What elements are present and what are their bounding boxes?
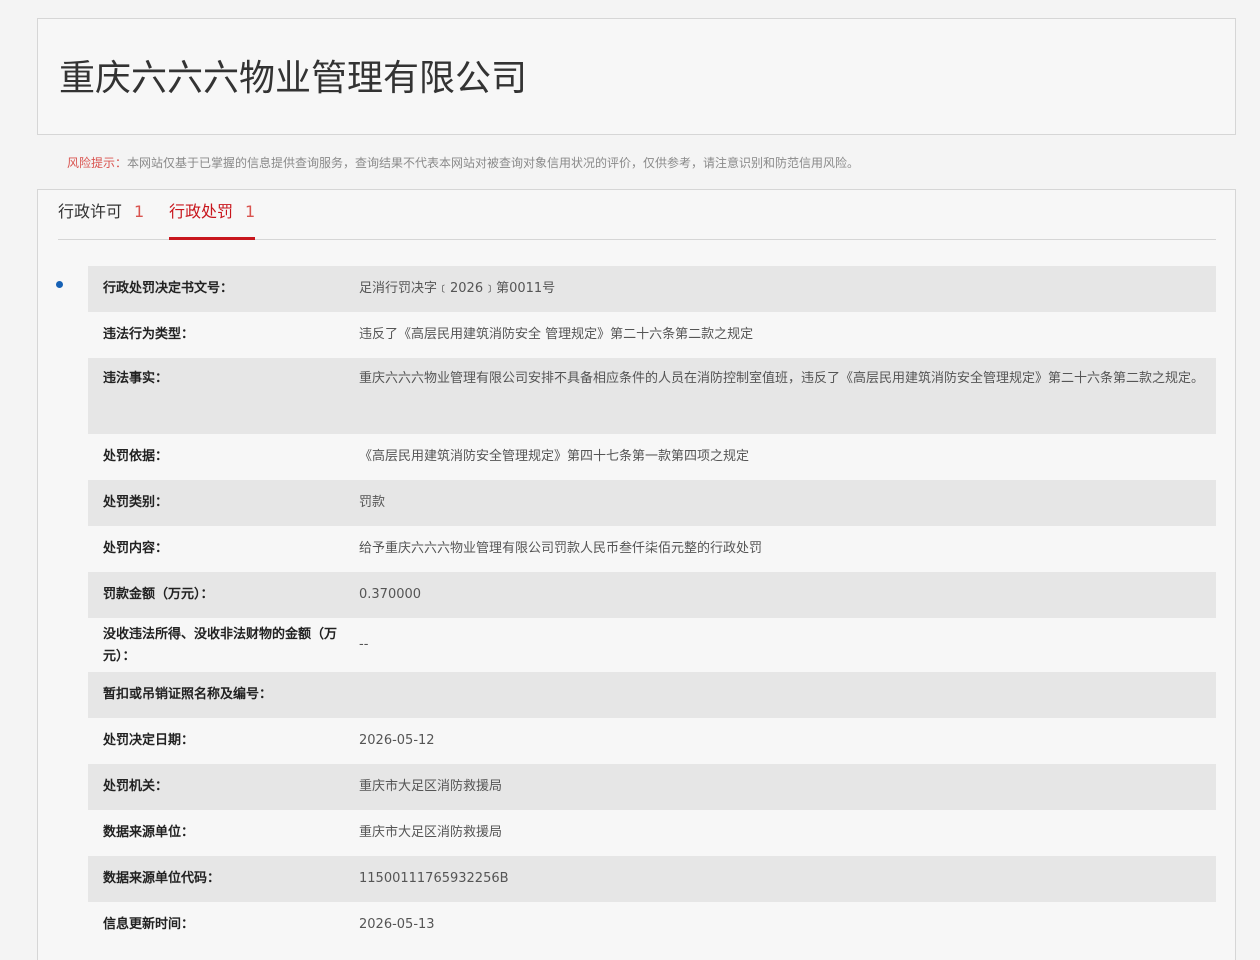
tab-count: 1 <box>134 202 145 221</box>
table-row: 处罚类别： 罚款 <box>88 480 1216 526</box>
row-label: 处罚机关： <box>103 779 169 794</box>
table-row: 违法事实： 重庆六六六物业管理有限公司安排不具备相应条件的人员在消防控制室值班，… <box>88 358 1216 434</box>
table-row: 处罚决定日期： 2026-05-12 <box>88 718 1216 764</box>
tab-label: 行政许可 <box>58 202 123 221</box>
row-label: 没收违法所得、没收非法财物的金额（万元）： <box>103 627 338 664</box>
row-value: 重庆六六六物业管理有限公司安排不具备相应条件的人员在消防控制室值班，违反了《高层… <box>359 371 1205 386</box>
row-label: 罚款金额（万元）： <box>103 587 214 602</box>
company-header: 重庆六六六物业管理有限公司 <box>37 18 1236 135</box>
row-value: 2026-05-13 <box>359 917 435 932</box>
row-value: 2026-05-12 <box>359 733 435 748</box>
tab-administrative-license[interactable]: 行政许可 1 <box>58 201 144 237</box>
row-label: 处罚依据： <box>103 449 169 464</box>
page: 重庆六六六物业管理有限公司 风险提示：本网站仅基于已掌握的信息提供查询服务，查询… <box>0 0 1260 960</box>
row-value: 罚款 <box>359 495 386 510</box>
tab-count: 1 <box>245 202 256 221</box>
row-label: 行政处罚决定书文号： <box>103 281 234 296</box>
table-row: 处罚内容： 给予重庆六六六物业管理有限公司罚款人民币叁仟柒佰元整的行政处罚 <box>88 526 1216 572</box>
tab-bar: 行政许可 1 行政处罚 1 <box>58 190 1216 240</box>
row-value: 重庆市大足区消防救援局 <box>359 825 503 840</box>
record-panel: 行政许可 1 行政处罚 1 行政处罚决定书文号： 足消行罚决字﹝2026﹞第0011… <box>37 189 1236 960</box>
record-bullet-icon <box>56 281 63 288</box>
row-label: 数据来源单位代码： <box>103 871 221 886</box>
row-value: 足消行罚决字﹝2026﹞第0011号 <box>359 281 556 296</box>
table-row: 罚款金额（万元）： 0.370000 <box>88 572 1216 618</box>
table-row: 信息更新时间： 2026-05-13 <box>88 902 1216 948</box>
table-row: 没收违法所得、没收非法财物的金额（万元）： -- <box>88 618 1216 672</box>
table-row: 违法行为类型： 违反了《高层民用建筑消防安全 管理规定》第二十六条第二款之规定 <box>88 312 1216 358</box>
table-row: 行政处罚决定书文号： 足消行罚决字﹝2026﹞第0011号 <box>88 266 1216 312</box>
row-value: 《高层民用建筑消防安全管理规定》第四十七条第一款第四项之规定 <box>359 449 750 464</box>
risk-notice: 风险提示：本网站仅基于已掌握的信息提供查询服务，查询结果不代表本网站对被查询对象… <box>67 154 859 172</box>
row-label: 处罚内容： <box>103 541 169 556</box>
tab-administrative-penalty[interactable]: 行政处罚 1 <box>169 201 256 240</box>
tab-label: 行政处罚 <box>169 202 234 221</box>
row-value: 给予重庆六六六物业管理有限公司罚款人民币叁仟柒佰元整的行政处罚 <box>359 541 763 556</box>
row-label: 数据来源单位： <box>103 825 195 840</box>
risk-notice-text: 本网站仅基于已掌握的信息提供查询服务，查询结果不代表本网站对被查询对象信用状况的… <box>127 156 860 170</box>
risk-notice-label: 风险提示： <box>67 156 128 170</box>
row-label: 信息更新时间： <box>103 917 195 932</box>
row-value: 违反了《高层民用建筑消防安全 管理规定》第二十六条第二款之规定 <box>359 327 754 342</box>
table-row: 数据来源单位： 重庆市大足区消防救援局 <box>88 810 1216 856</box>
table-row: 处罚依据： 《高层民用建筑消防安全管理规定》第四十七条第一款第四项之规定 <box>88 434 1216 480</box>
row-label: 违法事实： <box>103 371 169 386</box>
row-value: -- <box>359 637 369 652</box>
row-value: 重庆市大足区消防救援局 <box>359 779 503 794</box>
row-label: 违法行为类型： <box>103 327 195 342</box>
row-value: 11500111765932256B <box>359 871 509 886</box>
table-row: 处罚机关： 重庆市大足区消防救援局 <box>88 764 1216 810</box>
company-name: 重庆六六六物业管理有限公司 <box>59 58 528 99</box>
penalty-detail-table: 行政处罚决定书文号： 足消行罚决字﹝2026﹞第0011号 违法行为类型： 违反… <box>88 266 1216 948</box>
table-row: 数据来源单位代码： 11500111765932256B <box>88 856 1216 902</box>
row-label: 处罚类别： <box>103 495 169 510</box>
table-row: 暂扣或吊销证照名称及编号： <box>88 672 1216 718</box>
row-value: 0.370000 <box>359 587 422 602</box>
row-label: 暂扣或吊销证照名称及编号： <box>103 687 273 702</box>
row-label: 处罚决定日期： <box>103 733 195 748</box>
